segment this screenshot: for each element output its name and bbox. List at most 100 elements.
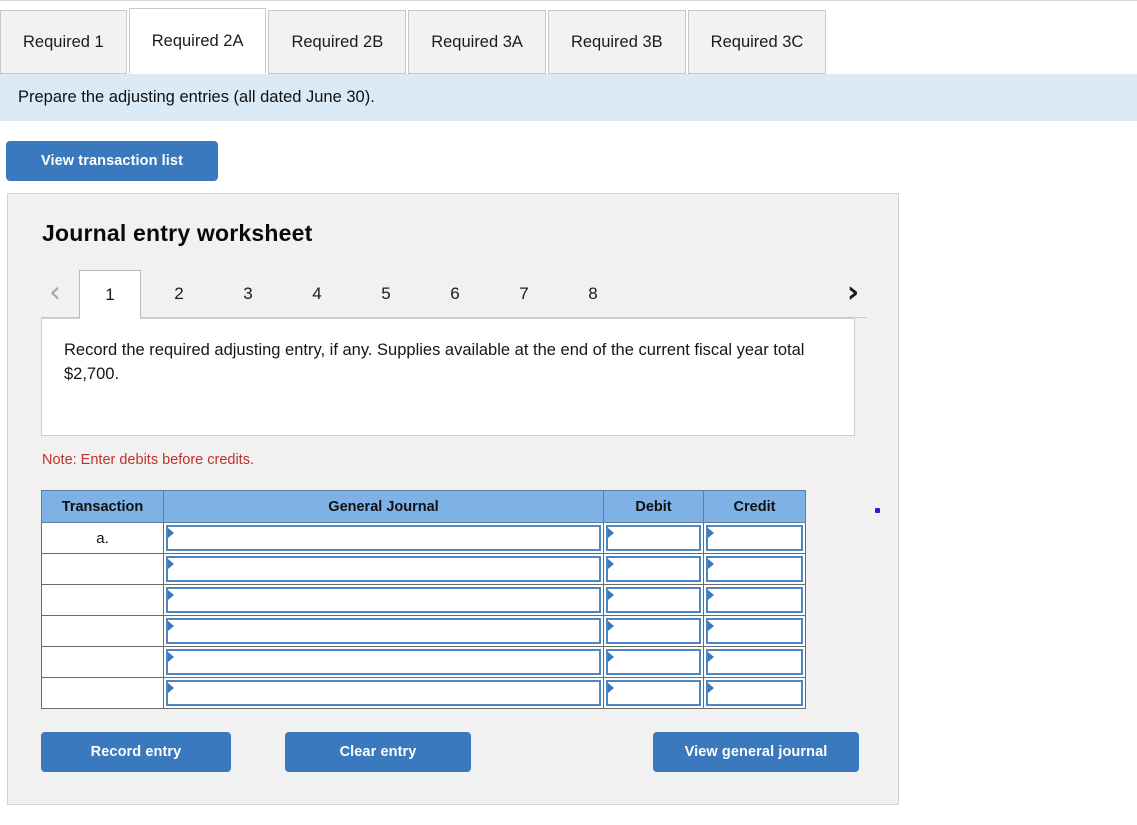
transaction-label-cell: a. [41, 522, 164, 554]
pagination-page-7[interactable]: 7 [493, 270, 555, 318]
credit-input[interactable] [706, 556, 803, 582]
column-header-general-journal: General Journal [163, 490, 604, 523]
general-journal-input[interactable] [166, 525, 601, 551]
credit-input[interactable] [706, 649, 803, 675]
general-journal-cell-wrapper [164, 678, 603, 708]
general-journal-input[interactable] [166, 556, 601, 582]
table-row [41, 553, 806, 585]
general-journal-cell-wrapper [164, 523, 603, 553]
instruction-bar: Prepare the adjusting entries (all dated… [0, 74, 1137, 121]
credit-cell [703, 677, 806, 709]
pagination-page-8[interactable]: 8 [562, 270, 624, 318]
chevron-right-icon[interactable]: › [839, 276, 867, 310]
debit-cell [603, 584, 704, 616]
debit-input[interactable] [606, 525, 701, 551]
worksheet-prompt-box: Record the required adjusting entry, if … [41, 318, 855, 436]
credit-cell [703, 615, 806, 647]
table-row [41, 615, 806, 647]
tab-required-3b[interactable]: Required 3B [547, 10, 686, 74]
transaction-label-cell [41, 553, 164, 585]
general-journal-input[interactable] [166, 587, 601, 613]
pagination-page-1[interactable]: 1 [79, 270, 141, 319]
chevron-left-icon[interactable]: ‹ [41, 276, 69, 310]
debit-cell-wrapper [604, 616, 703, 646]
record-entry-button[interactable]: Record entry [41, 732, 231, 772]
credit-cell [703, 646, 806, 678]
column-header-credit: Credit [703, 490, 806, 523]
tab-required-1[interactable]: Required 1 [0, 10, 127, 74]
general-journal-input[interactable] [166, 618, 601, 644]
worksheet-pagination: ‹ › 12345678 [41, 268, 867, 319]
transaction-label-cell [41, 677, 164, 709]
table-row [41, 677, 806, 709]
top-divider [0, 0, 1137, 1]
clear-entry-button[interactable]: Clear entry [285, 732, 471, 772]
app-root: Required 1 Required 2A Required 2B Required… [0, 0, 1137, 825]
table-row [41, 584, 806, 616]
debit-cell [603, 522, 704, 554]
general-journal-cell [163, 522, 604, 554]
credit-cell-wrapper [704, 585, 805, 615]
general-journal-input[interactable] [166, 680, 601, 706]
debit-input[interactable] [606, 680, 701, 706]
credit-input[interactable] [706, 525, 803, 551]
debit-input[interactable] [606, 618, 701, 644]
table-row: a. [41, 522, 806, 554]
view-general-journal-button[interactable]: View general journal [653, 732, 859, 772]
credit-cell [703, 522, 806, 554]
credit-input[interactable] [706, 587, 803, 613]
pagination-page-2[interactable]: 2 [148, 270, 210, 318]
credit-cell-wrapper [704, 647, 805, 677]
debits-before-credits-note: Note: Enter debits before credits. [42, 452, 254, 468]
debit-cell-wrapper [604, 523, 703, 553]
general-journal-cell [163, 615, 604, 647]
debit-input[interactable] [606, 556, 701, 582]
general-journal-cell [163, 553, 604, 585]
debit-cell [603, 615, 704, 647]
debit-input[interactable] [606, 587, 701, 613]
credit-cell-wrapper [704, 616, 805, 646]
journal-entry-table: Transaction General Journal Debit Credit… [41, 490, 806, 709]
credit-input[interactable] [706, 618, 803, 644]
credit-cell [703, 553, 806, 585]
debit-cell [603, 646, 704, 678]
general-journal-cell-wrapper [164, 616, 603, 646]
worksheet-title: Journal entry worksheet [42, 220, 313, 246]
general-journal-cell [163, 646, 604, 678]
pagination-page-4[interactable]: 4 [286, 270, 348, 318]
general-journal-cell-wrapper [164, 647, 603, 677]
column-header-transaction: Transaction [41, 490, 164, 523]
general-journal-input[interactable] [166, 649, 601, 675]
credit-cell [703, 584, 806, 616]
pagination-page-3[interactable]: 3 [217, 270, 279, 318]
debit-cell [603, 677, 704, 709]
transaction-label-cell [41, 615, 164, 647]
credit-cell-wrapper [704, 554, 805, 584]
pagination-page-5[interactable]: 5 [355, 270, 417, 318]
credit-cell-wrapper [704, 523, 805, 553]
debit-cell-wrapper [604, 554, 703, 584]
general-journal-cell [163, 584, 604, 616]
pagination-page-6[interactable]: 6 [424, 270, 486, 318]
debit-cell-wrapper [604, 647, 703, 677]
instruction-text: Prepare the adjusting entries (all dated… [18, 88, 375, 106]
column-header-debit: Debit [603, 490, 704, 523]
table-header-row: Transaction General Journal Debit Credit [41, 490, 806, 523]
worksheet-prompt-text: Record the required adjusting entry, if … [64, 341, 805, 383]
debit-cell-wrapper [604, 678, 703, 708]
general-journal-cell-wrapper [164, 554, 603, 584]
general-journal-cell-wrapper [164, 585, 603, 615]
credit-cell-wrapper [704, 678, 805, 708]
general-journal-cell [163, 677, 604, 709]
table-row [41, 646, 806, 678]
transaction-label-cell [41, 584, 164, 616]
credit-input[interactable] [706, 680, 803, 706]
cursor-dot-marker [875, 508, 880, 513]
tab-required-3a[interactable]: Required 3A [408, 10, 546, 74]
tab-required-2a[interactable]: Required 2A [128, 8, 267, 74]
debit-input[interactable] [606, 649, 701, 675]
tab-required-2b[interactable]: Required 2B [268, 10, 407, 74]
transaction-label-cell [41, 646, 164, 678]
view-transaction-list-button[interactable]: View transaction list [6, 141, 218, 181]
tab-required-3c[interactable]: Required 3C [687, 10, 827, 74]
